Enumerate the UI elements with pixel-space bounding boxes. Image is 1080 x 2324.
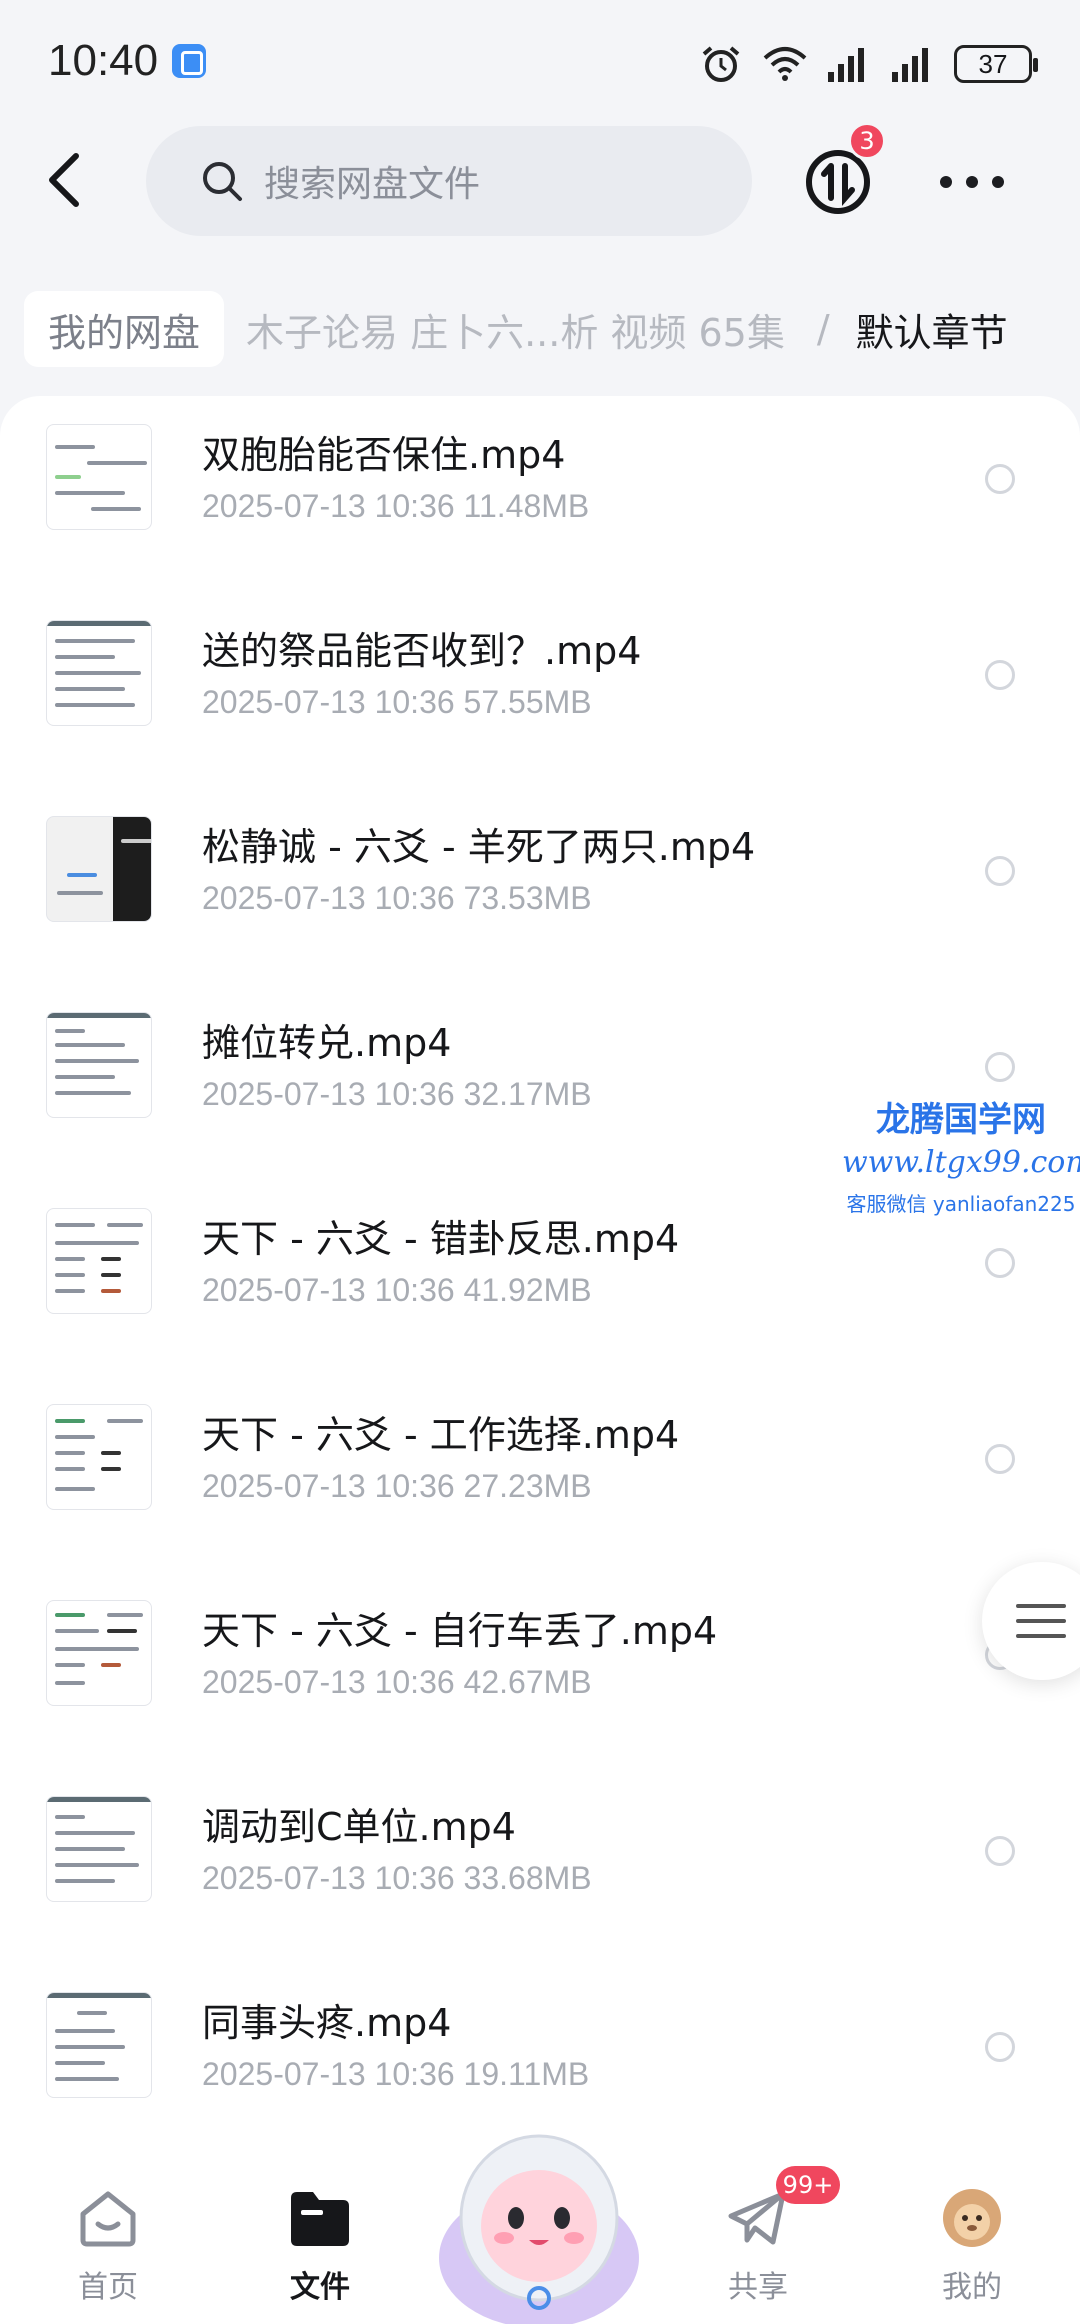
alarm-icon — [702, 46, 740, 82]
watermark: 龙腾国学网 www.ltgx99.com 客服微信 yanliaofan225 — [842, 1092, 1080, 1217]
dot-icon — [966, 176, 978, 188]
file-name: 送的祭品能否收到？.mp4 — [202, 629, 642, 673]
avatar — [943, 2189, 1001, 2247]
breadcrumb-root[interactable]: 我的网盘 — [24, 291, 225, 367]
file-meta: 2025-07-13 10:36 42.67MB — [202, 1664, 592, 1700]
video-thumbnail — [46, 816, 152, 922]
file-meta: 2025-07-13 10:36 33.68MB — [202, 1860, 592, 1896]
file-row[interactable]: 松静诚 - 六爻 - 羊死了两只.mp4 2025-07-13 10:36 73… — [0, 788, 1080, 984]
status-time: 10:40 — [48, 36, 159, 85]
dot-icon — [940, 176, 952, 188]
file-name: 天下 - 六爻 - 错卦反思.mp4 — [202, 1217, 680, 1261]
select-checkbox[interactable] — [985, 856, 1015, 886]
select-checkbox[interactable] — [985, 660, 1015, 690]
nav-share-label: 共享 — [728, 2270, 788, 2305]
share-count-badge: 99+ — [776, 2166, 840, 2204]
back-button[interactable] — [36, 148, 92, 212]
file-row[interactable]: 调动到C单位.mp4 2025-07-13 10:36 33.68MB — [0, 1768, 1080, 1964]
dot-icon — [992, 176, 1004, 188]
file-row[interactable]: 天下 - 六爻 - 自行车丢了.mp4 2025-07-13 10:36 42.… — [0, 1572, 1080, 1768]
file-row[interactable]: 双胞胎能否保住.mp4 2025-07-13 10:36 11.48MB — [0, 396, 1080, 592]
folder-icon — [291, 2192, 349, 2246]
video-thumbnail — [46, 1208, 152, 1314]
status-icons: 37 — [698, 40, 1038, 88]
nav-mine-label: 我的 — [942, 2270, 1002, 2305]
select-checkbox[interactable] — [985, 464, 1015, 494]
select-checkbox[interactable] — [985, 2032, 1015, 2062]
file-row[interactable]: 天下 - 六爻 - 工作选择.mp4 2025-07-13 10:36 27.2… — [0, 1376, 1080, 1572]
search-icon — [203, 162, 242, 201]
transfer-count-badge: 3 — [848, 122, 886, 160]
more-options-button[interactable] — [940, 158, 1004, 206]
menu-icon — [1016, 1604, 1066, 1608]
video-thumbnail — [46, 1600, 152, 1706]
chevron-left-icon — [49, 153, 79, 207]
file-list: 双胞胎能否保住.mp4 2025-07-13 10:36 11.48MB 送的祭… — [0, 396, 1080, 2186]
video-thumbnail — [46, 1012, 152, 1118]
file-name: 天下 - 六爻 - 工作选择.mp4 — [202, 1413, 680, 1457]
file-name: 调动到C单位.mp4 — [202, 1805, 516, 1849]
video-thumbnail — [46, 1404, 152, 1510]
select-checkbox[interactable] — [985, 1052, 1015, 1082]
search-input[interactable]: 搜索网盘文件 — [146, 126, 752, 236]
video-thumbnail — [46, 1992, 152, 2098]
ai-assistant-mascot[interactable] — [434, 2108, 644, 2324]
watermark-wechat: 客服微信 yanliaofan225 — [846, 1192, 1076, 1216]
battery-indicator: 37 — [954, 45, 1038, 83]
file-name: 同事头疼.mp4 — [202, 2001, 452, 2045]
nav-mine[interactable]: 我的 — [892, 2188, 1052, 2306]
file-meta: 2025-07-13 10:36 41.92MB — [202, 1272, 592, 1308]
file-meta: 2025-07-13 10:36 57.55MB — [202, 684, 592, 720]
file-meta: 2025-07-13 10:36 73.53MB — [202, 880, 592, 916]
file-meta: 2025-07-13 10:36 19.11MB — [202, 2056, 590, 2092]
file-row[interactable]: 送的祭品能否收到？.mp4 2025-07-13 10:36 57.55MB — [0, 592, 1080, 788]
watermark-title: 龙腾国学网 — [876, 1100, 1046, 1140]
file-name: 松静诚 - 六爻 - 羊死了两只.mp4 — [202, 825, 756, 869]
notification-app-icon — [172, 44, 206, 78]
video-thumbnail — [46, 620, 152, 726]
nav-home[interactable]: 首页 — [28, 2188, 188, 2306]
breadcrumb: 我的网盘 木子论易 庄卜六...析 视频 65集 / 默认章节 — [24, 284, 1080, 374]
search-placeholder: 搜索网盘文件 — [264, 164, 481, 205]
nav-share[interactable]: 共享 — [678, 2188, 838, 2306]
file-name: 摊位转兑.mp4 — [202, 1021, 452, 1065]
nav-files[interactable]: 文件 — [240, 2188, 400, 2306]
nav-home-label: 首页 — [78, 2270, 138, 2305]
file-meta: 2025-07-13 10:36 11.48MB — [202, 488, 590, 524]
file-name: 天下 - 六爻 - 自行车丢了.mp4 — [202, 1609, 718, 1653]
breadcrumb-separator: / — [816, 307, 830, 351]
video-thumbnail — [46, 424, 152, 530]
wifi-icon — [763, 47, 807, 81]
signal-icon — [828, 48, 864, 82]
menu-icon — [1016, 1619, 1066, 1623]
nav-files-label: 文件 — [290, 2270, 350, 2305]
select-checkbox[interactable] — [985, 1836, 1015, 1866]
home-icon — [80, 2191, 136, 2247]
select-checkbox[interactable] — [985, 1248, 1015, 1278]
watermark-url: www.ltgx99.com — [842, 1145, 1080, 1180]
video-thumbnail — [46, 1796, 152, 1902]
select-checkbox[interactable] — [985, 1444, 1015, 1474]
file-meta: 2025-07-13 10:36 27.23MB — [202, 1468, 592, 1504]
breadcrumb-folder[interactable]: 木子论易 庄卜六...析 视频 65集 — [246, 302, 785, 357]
breadcrumb-current: 默认章节 — [855, 310, 1008, 355]
file-meta: 2025-07-13 10:36 32.17MB — [202, 1076, 592, 1112]
signal-icon-2 — [892, 48, 928, 82]
menu-icon — [1016, 1634, 1066, 1638]
status-bar: 10:40 37 — [0, 0, 1080, 120]
file-name: 双胞胎能否保住.mp4 — [202, 433, 566, 477]
